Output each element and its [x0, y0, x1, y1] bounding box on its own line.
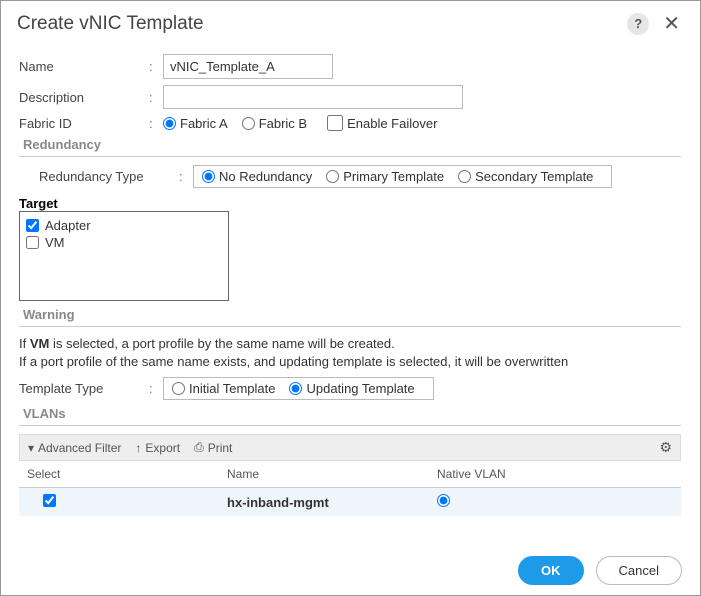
col-name: Name: [227, 467, 437, 481]
warning-section-title: Warning: [23, 307, 681, 322]
name-label: Name: [19, 59, 149, 74]
warning-text: If VM is selected, a port profile by the…: [19, 335, 681, 371]
redundancy-radio-group: No Redundancy Primary Template Secondary…: [193, 165, 612, 188]
name-input[interactable]: [163, 54, 333, 79]
updating-template-radio[interactable]: Updating Template: [289, 381, 414, 396]
native-vlan-radio[interactable]: [437, 494, 450, 507]
fabric-row: Fabric ID : Fabric A Fabric B Enable Fai…: [19, 115, 681, 131]
enable-failover-checkbox[interactable]: Enable Failover: [327, 115, 437, 131]
vlan-name: hx-inband-mgmt: [227, 495, 437, 510]
close-icon[interactable]: ✕: [659, 11, 684, 36]
initial-template-radio[interactable]: Initial Template: [172, 381, 275, 396]
export-icon: ↑: [135, 441, 141, 455]
target-header: Target: [19, 196, 681, 211]
print-icon: ⎙: [194, 440, 204, 455]
fabric-a-radio[interactable]: Fabric A: [163, 116, 228, 131]
primary-template-radio[interactable]: Primary Template: [326, 169, 444, 184]
divider: [19, 425, 681, 426]
redundancy-type-label: Redundancy Type: [19, 169, 179, 184]
ok-button[interactable]: OK: [518, 556, 584, 585]
target-vm-checkbox[interactable]: VM: [26, 235, 222, 250]
redundancy-section-title: Redundancy: [23, 137, 681, 152]
description-input[interactable]: [163, 85, 463, 109]
description-label: Description: [19, 90, 149, 105]
cancel-button[interactable]: Cancel: [596, 556, 682, 585]
col-select: Select: [27, 467, 227, 481]
filter-icon: ▾: [28, 441, 34, 455]
name-row: Name :: [19, 54, 681, 79]
fabric-radio-group: Fabric A Fabric B Enable Failover: [163, 115, 447, 131]
dialog-content: Name : Description : Fabric ID : Fabric …: [1, 44, 700, 544]
dialog-header: Create vNIC Template ? ✕: [1, 1, 700, 44]
divider: [19, 156, 681, 157]
print-button[interactable]: ⎙Print: [194, 440, 232, 455]
description-row: Description :: [19, 85, 681, 109]
template-type-label: Template Type: [19, 381, 149, 396]
secondary-template-radio[interactable]: Secondary Template: [458, 169, 593, 184]
help-icon[interactable]: ?: [627, 13, 649, 35]
gear-icon[interactable]: ⚙: [659, 439, 672, 456]
advanced-filter-button[interactable]: ▾Advanced Filter: [28, 441, 121, 455]
divider: [19, 326, 681, 327]
target-adapter-checkbox[interactable]: Adapter: [26, 218, 222, 233]
vlan-toolbar: ▾Advanced Filter ↑Export ⎙Print ⚙: [19, 434, 681, 461]
dialog-footer: OK Cancel: [518, 556, 682, 585]
vlan-table-header: Select Name Native VLAN: [19, 461, 681, 488]
template-type-row: Template Type : Initial Template Updatin…: [19, 377, 681, 400]
template-type-radio-group: Initial Template Updating Template: [163, 377, 434, 400]
target-listbox: Adapter VM: [19, 211, 229, 301]
col-native: Native VLAN: [437, 467, 673, 481]
redundancy-type-row: Redundancy Type : No Redundancy Primary …: [19, 165, 681, 188]
fabric-label: Fabric ID: [19, 116, 149, 131]
vlan-row[interactable]: hx-inband-mgmt: [19, 488, 681, 516]
vlan-select-checkbox[interactable]: [43, 494, 56, 507]
no-redundancy-radio[interactable]: No Redundancy: [202, 169, 312, 184]
dialog-title: Create vNIC Template: [17, 13, 627, 35]
fabric-b-radio[interactable]: Fabric B: [242, 116, 307, 131]
export-button[interactable]: ↑Export: [135, 441, 180, 455]
vlans-section-title: VLANs: [23, 406, 681, 421]
